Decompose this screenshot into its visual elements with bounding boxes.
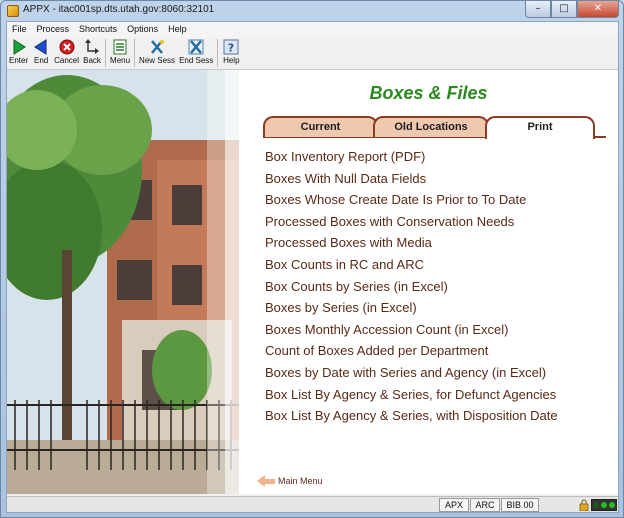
help-button[interactable]: ? Help	[220, 38, 242, 68]
close-button[interactable]: ✕	[577, 1, 619, 18]
toolbar-separator	[134, 39, 136, 67]
client-area: File Process Shortcuts Options Help Ente…	[6, 21, 619, 513]
back-arrow-icon	[257, 475, 265, 487]
report-link[interactable]: Box List By Agency & Series, with Dispos…	[265, 405, 558, 427]
enter-label: Enter	[9, 56, 29, 65]
new-session-button[interactable]: New Sess	[137, 38, 177, 68]
tab-old-locations[interactable]: Old Locations	[373, 116, 489, 137]
cancel-label: Cancel	[54, 56, 80, 65]
tab-current[interactable]: Current	[263, 116, 378, 137]
help-icon: ?	[222, 39, 240, 55]
title-bar: APPX - itac001sp.dts.utah.gov:8060:32101…	[1, 1, 623, 21]
report-link[interactable]: Box Counts in RC and ARC	[265, 254, 558, 276]
menu-help[interactable]: Help	[163, 22, 192, 38]
page-title: Boxes & Files	[369, 83, 488, 103]
status-bar: APX ARC BIB 00	[7, 496, 618, 512]
tab-print[interactable]: Print	[485, 116, 595, 139]
report-link[interactable]: Boxes by Series (in Excel)	[265, 297, 558, 319]
back-icon	[83, 39, 101, 55]
report-link-list: Box Inventory Report (PDF) Boxes With Nu…	[265, 146, 558, 427]
status-apx: APX	[439, 498, 469, 512]
back-arrow-tail	[265, 478, 275, 484]
report-link[interactable]: Boxes Monthly Accession Count (in Excel)	[265, 319, 558, 341]
report-link[interactable]: Box Counts by Series (in Excel)	[265, 276, 558, 298]
building-photo	[7, 70, 239, 494]
main-menu-label: Main Menu	[278, 476, 323, 486]
status-bib: BIB 00	[501, 498, 539, 512]
end-session-label: End Sess	[179, 56, 214, 65]
connection-status-indicator	[591, 499, 617, 511]
minimize-button[interactable]: –	[525, 1, 551, 18]
app-icon	[7, 5, 19, 17]
end-icon	[32, 39, 50, 55]
report-link[interactable]: Processed Boxes with Conservation Needs	[265, 211, 558, 233]
menu-process[interactable]: Process	[32, 22, 75, 38]
menu-file[interactable]: File	[7, 22, 32, 38]
menu-options[interactable]: Options	[122, 22, 163, 38]
lock-icon	[579, 499, 589, 511]
end-session-icon	[187, 39, 205, 55]
end-button[interactable]: End	[30, 38, 52, 68]
report-link[interactable]: Box Inventory Report (PDF)	[265, 146, 558, 168]
toolbar: Enter End Cancel Back Menu New Sess End …	[7, 38, 618, 70]
end-label: End	[34, 56, 49, 65]
main-panel: Boxes & Files Current Old Locations Prin…	[239, 70, 618, 494]
status-led-icon	[601, 502, 607, 508]
menu-button[interactable]: Menu	[108, 38, 132, 68]
report-link[interactable]: Processed Boxes with Media	[265, 232, 558, 254]
tab-bar: Current Old Locations Print	[263, 116, 606, 139]
svg-text:?: ?	[228, 42, 234, 55]
report-link[interactable]: Boxes Whose Create Date Is Prior to To D…	[265, 189, 558, 211]
menu-bar: File Process Shortcuts Options Help	[7, 22, 618, 38]
menu-shortcuts[interactable]: Shortcuts	[74, 22, 122, 38]
report-link[interactable]: Boxes by Date with Series and Agency (in…	[265, 362, 558, 384]
report-link[interactable]: Boxes With Null Data Fields	[265, 168, 558, 190]
enter-icon	[10, 39, 28, 55]
maximize-button[interactable]: □	[551, 1, 577, 18]
report-link[interactable]: Count of Boxes Added per Department	[265, 340, 558, 362]
status-arc: ARC	[470, 498, 500, 512]
help-label: Help	[223, 56, 240, 65]
menu-label: Menu	[110, 56, 131, 65]
toolbar-separator	[105, 39, 107, 67]
new-session-icon	[148, 39, 166, 55]
cancel-button[interactable]: Cancel	[52, 38, 81, 68]
enter-button[interactable]: Enter	[7, 38, 30, 68]
content-area: Boxes & Files Current Old Locations Prin…	[7, 70, 618, 494]
back-label: Back	[83, 56, 101, 65]
end-session-button[interactable]: End Sess	[177, 38, 215, 68]
main-menu-link[interactable]: Main Menu	[257, 475, 323, 487]
toolbar-separator	[217, 39, 219, 67]
menu-icon	[111, 39, 129, 55]
report-link[interactable]: Box List By Agency & Series, for Defunct…	[265, 384, 558, 406]
status-led-icon	[593, 502, 599, 508]
app-window: APPX - itac001sp.dts.utah.gov:8060:32101…	[0, 0, 624, 518]
status-led-icon	[609, 502, 615, 508]
window-controls: – □ ✕	[525, 1, 619, 19]
cancel-icon	[58, 39, 76, 55]
window-title: APPX - itac001sp.dts.utah.gov:8060:32101	[23, 4, 215, 15]
back-button[interactable]: Back	[81, 38, 103, 68]
new-session-label: New Sess	[139, 56, 176, 65]
